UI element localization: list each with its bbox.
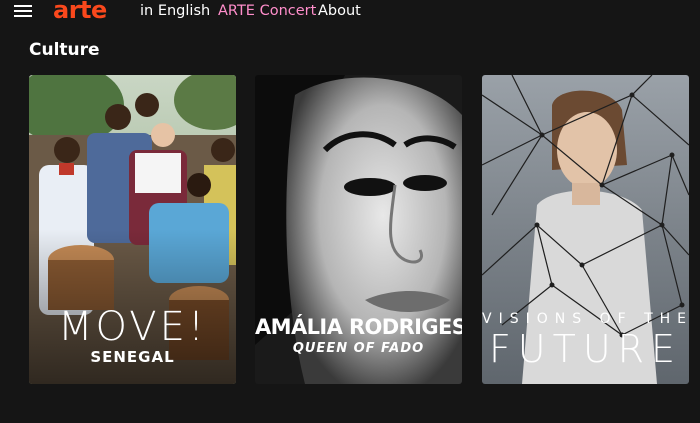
card-visions-of-the-future[interactable]: VISIONS OF THE FUTURE <box>482 75 689 384</box>
card-amalia-rodriges[interactable]: AMÁLIA RODRIGES QUEEN OF FADO <box>255 75 462 384</box>
hamburger-menu-icon[interactable] <box>14 5 32 19</box>
card-title: AMÁLIA RODRIGES <box>255 315 462 339</box>
card-move-senegal[interactable]: MOVE! SENEGAL <box>29 75 236 384</box>
nav-link-in-english[interactable]: in English <box>140 3 210 19</box>
arte-logo[interactable]: arte <box>53 0 107 24</box>
top-navigation: arte in English ARTE Concert About <box>0 0 700 26</box>
nav-link-arte-concert[interactable]: ARTE Concert <box>218 3 316 19</box>
card-title: VISIONS OF THE <box>482 311 689 327</box>
nav-link-about[interactable]: About <box>318 3 361 19</box>
card-subtitle: QUEEN OF FADO <box>292 341 425 356</box>
card-subtitle: SENEGAL <box>90 348 175 366</box>
section-title: Culture <box>29 40 100 60</box>
card-subtitle: FUTURE <box>488 327 683 371</box>
card-title: MOVE! <box>58 304 207 350</box>
